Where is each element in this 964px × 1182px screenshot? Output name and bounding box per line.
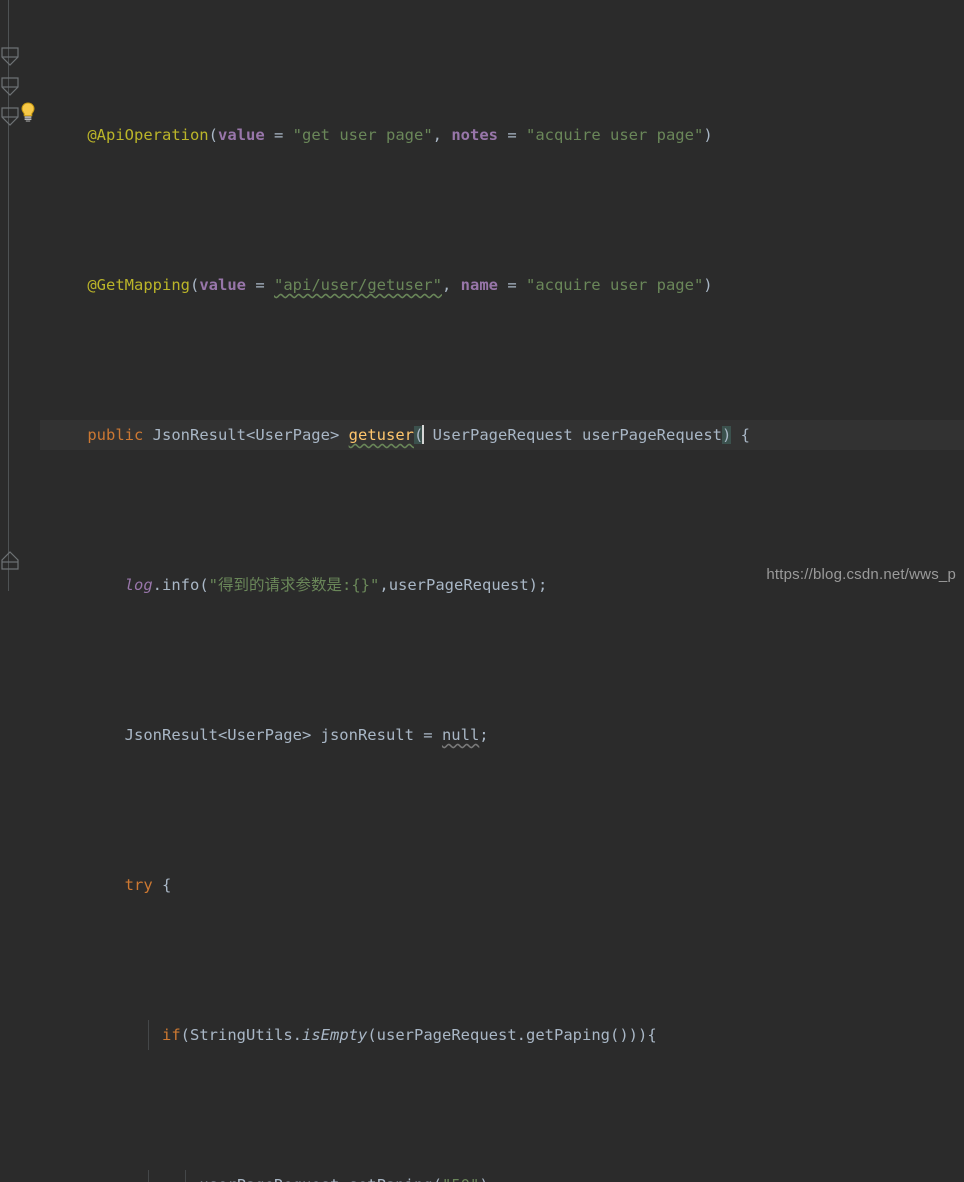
token-annotation: @GetMapping	[87, 276, 190, 294]
code-line[interactable]: if(StringUtils.isEmpty(userPageRequest.g…	[40, 1020, 964, 1050]
token-field-log: log	[124, 576, 153, 594]
token-arg: userPageRequest	[199, 1176, 339, 1182]
token-string: "get user page"	[292, 126, 433, 144]
token-attr-name: name	[460, 276, 498, 294]
intention-bulb-icon[interactable]	[19, 102, 37, 122]
token-method-isempty: isEmpty	[302, 1026, 368, 1044]
code-line[interactable]: try {	[40, 870, 964, 900]
token-arg: userPageRequest	[376, 1026, 517, 1044]
token-string: "acquire user page"	[525, 276, 704, 294]
token-param-type: UserPageRequest	[432, 426, 573, 444]
token-keyword-if: if	[161, 1026, 181, 1044]
token-string-api-path: "api/user/getuser"	[274, 276, 442, 294]
indent-guide	[148, 1170, 149, 1182]
code-line[interactable]: @GetMapping(value = "api/user/getuser", …	[40, 270, 964, 300]
token-string-cn: "得到的请求参数是:{}"	[208, 576, 380, 594]
fold-collapse-marker-1[interactable]	[0, 42, 22, 72]
token-string: "acquire user page"	[526, 126, 704, 144]
code-line-current[interactable]: public JsonResult<UserPage> getuser( Use…	[40, 420, 964, 450]
code-editor[interactable]: @ApiOperation(value = "get user page", n…	[0, 0, 964, 1182]
token-string-50: "50"	[442, 1176, 479, 1182]
code-line[interactable]: @ApiOperation(value = "get user page", n…	[40, 120, 964, 150]
watermark: https://blog.csdn.net/wws_p	[766, 566, 956, 583]
token-method-setpaping: setPaping	[349, 1176, 433, 1182]
token-arg: userPageRequest	[388, 576, 529, 594]
token-var-jsonresult: jsonResult	[320, 726, 414, 744]
editor-gutter[interactable]	[0, 0, 40, 591]
token-return-type: JsonResult<UserPage>	[152, 426, 340, 444]
token-attr-value: value	[199, 276, 246, 294]
code-line[interactable]: JsonResult<UserPage> jsonResult = null;	[40, 720, 964, 750]
token-method-info: info	[162, 576, 200, 594]
fold-end-marker[interactable]	[0, 548, 22, 578]
token-attr-notes: notes	[451, 126, 498, 144]
code-content[interactable]: @ApiOperation(value = "get user page", n…	[40, 0, 964, 1182]
indent-guide	[148, 1020, 149, 1050]
token-param-name: userPageRequest	[582, 426, 722, 444]
token-brace-match-close: )	[721, 426, 732, 444]
indent-guide	[185, 1170, 186, 1182]
token-annotation: @ApiOperation	[87, 126, 209, 144]
token-method-name: getuser	[348, 426, 414, 444]
token-attr-value: value	[218, 126, 265, 144]
token-keyword-null: null	[441, 726, 480, 744]
code-line[interactable]: userPageRequest.setPaping("50");	[40, 1170, 964, 1182]
token-method-getpaping: getPaping	[526, 1026, 610, 1044]
token-class-stringutils: StringUtils	[190, 1026, 293, 1044]
token-keyword-public: public	[87, 426, 144, 444]
token-keyword-try: try	[124, 876, 153, 894]
token-type: JsonResult<UserPage>	[124, 726, 312, 744]
fold-collapse-marker-2[interactable]	[0, 72, 22, 102]
